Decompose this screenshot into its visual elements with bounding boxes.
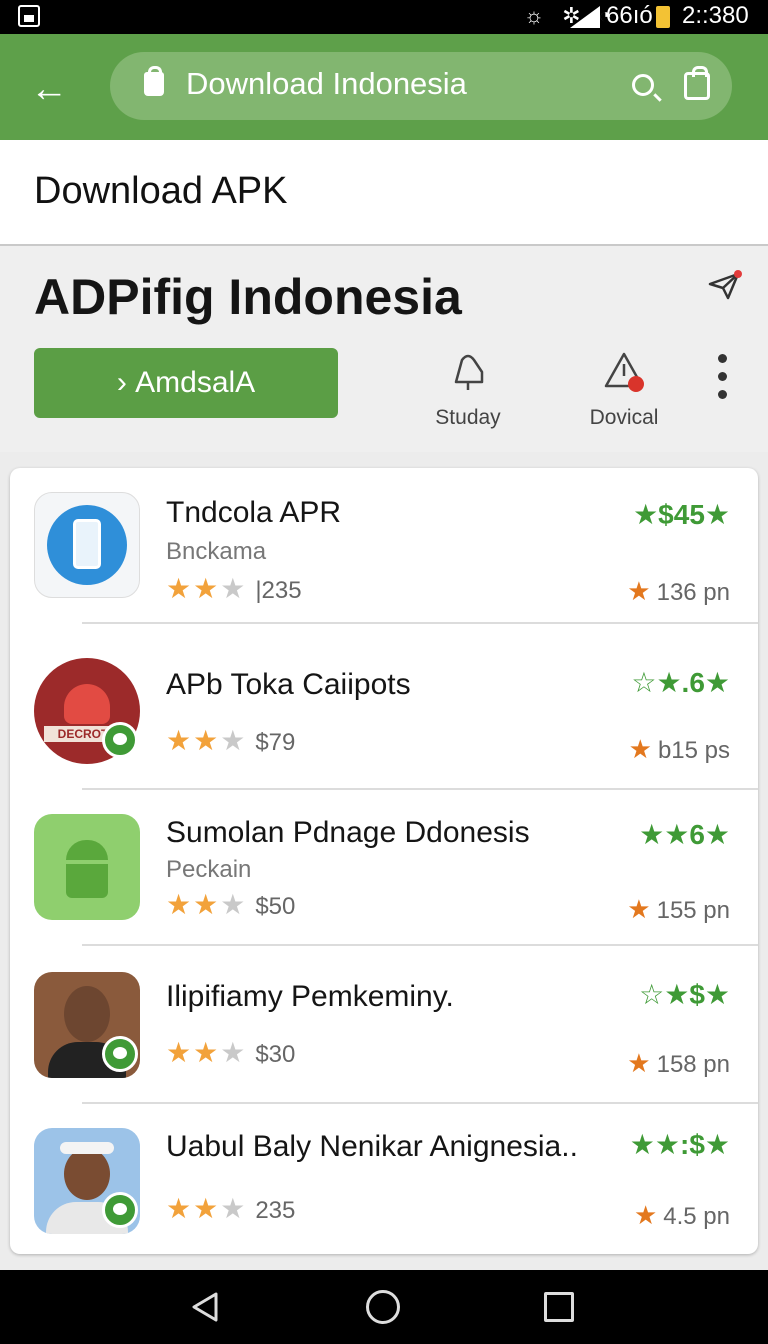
list-item[interactable]: DECROTE APb Toka Caiipots ★★★ $79 ☆★.6★ ★… <box>10 634 758 790</box>
chat-badge-icon <box>102 1036 138 1072</box>
warning-icon <box>604 352 644 392</box>
chevron-right-icon: › <box>116 366 136 399</box>
more-options-icon[interactable] <box>710 354 734 404</box>
star-rating: ★★★ $50 <box>166 889 296 920</box>
nav-home-icon[interactable] <box>366 1290 400 1324</box>
study-action[interactable]: Studay <box>418 350 518 430</box>
star-icon: ★ <box>628 734 652 764</box>
send-icon[interactable] <box>708 270 742 302</box>
page-title: Download APK <box>34 170 288 212</box>
star-rating: ★★★ 235 <box>166 1193 296 1224</box>
app-price: ☆★.6★ <box>631 667 730 698</box>
app-name: Sumolan Pdnage Ddonesis <box>166 816 530 849</box>
app-list-card: Tndcola APR Bnckama ★★★ |235 ★$45★ ★ 136 p… <box>10 468 758 1254</box>
app-list-area: Tndcola APR Bnckama ★★★ |235 ★$45★ ★ 136 p… <box>0 452 768 1270</box>
rating-text: $30 <box>255 1041 296 1068</box>
cell-signal-icon <box>570 6 600 28</box>
browser-app-bar: ← Download Indonesia <box>0 34 768 140</box>
shopping-bag-icon <box>144 66 164 96</box>
star-icon: ★ <box>633 1200 658 1230</box>
device-label: Dovical <box>589 406 659 429</box>
star-icon: ★ <box>627 576 651 606</box>
star-icon: ★ <box>627 894 651 924</box>
rating-text: $79 <box>255 729 296 756</box>
battery-icon <box>656 6 670 28</box>
nav-recents-icon[interactable] <box>544 1292 574 1322</box>
list-item[interactable]: Ilipifiamy Pemkeminy. ★★★ $30 ☆★$★ ★ 158 p… <box>10 948 758 1104</box>
star-rating: ★★★ $79 <box>166 725 296 756</box>
app-name: Ilipifiamy Pemkeminy. <box>166 980 454 1013</box>
bell-icon <box>454 354 484 390</box>
section-heading: ADPifig Indonesia <box>34 269 462 325</box>
title-bar: Download APK <box>0 140 768 246</box>
study-label: Studay <box>435 406 501 429</box>
address-bar-text[interactable]: Download Indonesia <box>186 66 467 102</box>
chat-badge-icon <box>102 722 138 758</box>
app-size: ★ 155 pn <box>627 894 730 924</box>
phone-app-icon <box>34 492 140 598</box>
app-size: ★ 136 pn <box>627 576 730 606</box>
app-price: ☆★$★ <box>639 979 730 1010</box>
battery-percent: 66ıó <box>606 2 653 29</box>
star-rating: ★★★ $30 <box>166 1037 296 1068</box>
app-price: ★★6★ <box>639 819 730 850</box>
nav-back-icon[interactable] <box>188 1290 222 1324</box>
list-item[interactable]: Sumolan Pdnage Ddonesis Peckain ★★★ $50 ★… <box>10 790 758 946</box>
app-name: APb Toka Caiipots <box>166 668 411 701</box>
bag-share-icon[interactable] <box>684 66 710 100</box>
app-name: Tndcola APR <box>166 496 342 529</box>
app-size: ★ 158 pn <box>627 1048 730 1078</box>
app-price: ★★:$★ <box>629 1129 730 1160</box>
device-action[interactable]: Dovical <box>574 350 674 430</box>
app-header-section: ADPifig Indonesia › AmdsalA Studay Dovic… <box>0 246 768 454</box>
clock: 2::380 <box>682 2 749 29</box>
address-bar[interactable]: Download Indonesia <box>110 52 732 120</box>
app-size: ★ 4.5 pn <box>633 1200 730 1230</box>
back-arrow-icon[interactable]: ← <box>30 70 70 108</box>
rating-text: $50 <box>255 893 296 920</box>
rating-text: 235 <box>255 1197 296 1224</box>
app-price: ★$45★ <box>633 499 730 530</box>
chat-badge-icon <box>102 1192 138 1228</box>
star-icon: ★ <box>627 1048 651 1078</box>
app-name: Uabul Baly Nenikar Anignesia.. <box>166 1130 578 1163</box>
app-subtitle: Peckain <box>166 856 252 883</box>
app-size: ★ b15 ps <box>628 734 730 764</box>
primary-action-button[interactable]: › AmdsalA <box>34 348 338 418</box>
primary-action-label: AmdsalA <box>135 366 256 399</box>
system-navigation-bar <box>0 1270 768 1344</box>
list-item[interactable]: Uabul Baly Nenikar Anignesia.. ★★★ 235 ★★… <box>10 1104 758 1254</box>
app-subtitle: Bnckama <box>166 538 267 565</box>
android-app-icon <box>34 814 140 920</box>
list-item[interactable]: Tndcola APR Bnckama ★★★ |235 ★$45★ ★ 136 p… <box>10 468 758 624</box>
search-icon[interactable] <box>632 74 654 96</box>
status-bar: ☼ ✲ ◔ 66ıó 2::380 <box>0 0 768 34</box>
gallery-notification-icon <box>18 5 40 27</box>
rating-text: |235 <box>255 577 302 604</box>
star-rating: ★★★ |235 <box>166 573 302 604</box>
